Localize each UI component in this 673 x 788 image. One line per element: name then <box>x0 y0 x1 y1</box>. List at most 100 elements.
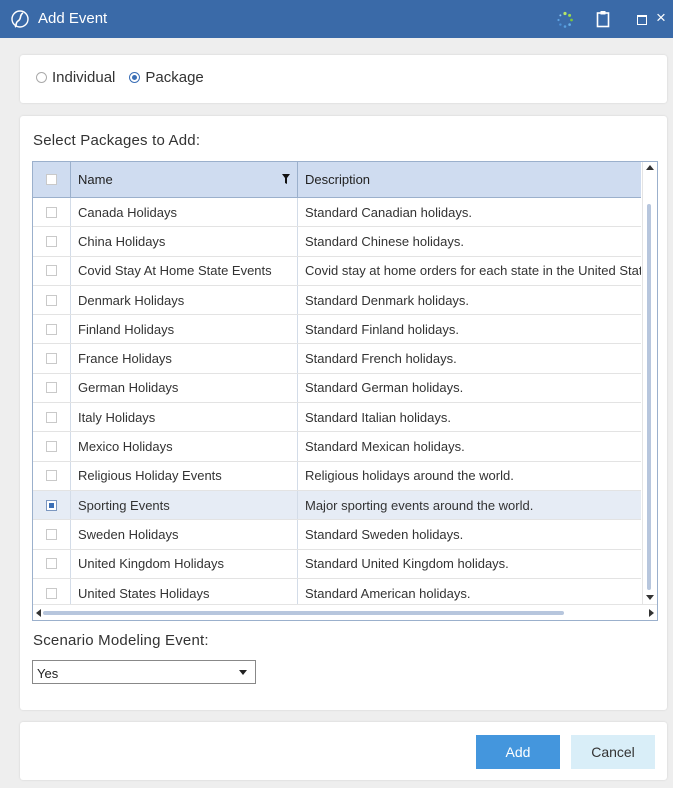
name-column-header[interactable]: Name <box>71 162 298 197</box>
filter-icon[interactable] <box>282 174 290 184</box>
horizontal-scroll-thumb[interactable] <box>43 611 564 615</box>
package-description: Major sporting events around the world. <box>305 497 534 513</box>
scroll-left-icon[interactable] <box>36 609 41 617</box>
individual-radio-label[interactable]: Individual <box>52 69 115 86</box>
description-header-label: Description <box>305 172 371 187</box>
table-row[interactable]: United Kingdom Holidays Standard United K… <box>33 549 641 579</box>
table-row[interactable]: China Holidays Standard Chinese holidays. <box>33 227 641 257</box>
grid-header: Name Description <box>33 162 641 198</box>
package-radio-label[interactable]: Package <box>145 69 203 86</box>
horizontal-scrollbar[interactable] <box>33 604 657 620</box>
row-check-cell <box>33 461 71 490</box>
package-name: Covid Stay At Home State Events <box>71 256 298 285</box>
app-logo-icon <box>11 10 29 28</box>
row-check-cell <box>33 520 71 549</box>
row-checkbox[interactable] <box>46 206 57 218</box>
window-title: Add Event <box>38 10 108 27</box>
package-description: Standard United Kingdom holidays. <box>305 556 509 572</box>
scenario-modeling-select[interactable]: Yes <box>32 660 256 684</box>
package-name: Denmark Holidays <box>71 285 298 315</box>
chevron-down-icon <box>239 670 247 675</box>
table-row[interactable]: Finland Holidays Standard Finland holiday… <box>33 315 641 345</box>
table-row[interactable]: Mexico Holidays Standard Mexican holidays… <box>33 432 641 462</box>
package-description: Standard French holidays. <box>305 351 457 367</box>
row-checkbox[interactable] <box>46 382 57 394</box>
spinner-icon <box>557 11 573 28</box>
row-checkbox[interactable] <box>46 411 57 423</box>
row-check-cell <box>33 198 71 227</box>
title-bar: Add Event × <box>0 0 673 38</box>
close-icon[interactable]: × <box>656 8 666 28</box>
description-column-header[interactable]: Description <box>298 162 641 197</box>
package-name: China Holidays <box>71 227 298 256</box>
package-name: Mexico Holidays <box>71 432 298 461</box>
table-row[interactable]: German Holidays Standard German holidays. <box>33 373 641 404</box>
package-name: United States Holidays <box>71 578 298 608</box>
cancel-button[interactable]: Cancel <box>571 735 655 769</box>
table-row[interactable]: Sporting Events Major sporting events aro… <box>33 490 641 521</box>
package-name: Canada Holidays <box>71 198 298 227</box>
package-description: Standard Denmark holidays. <box>305 292 470 308</box>
row-check-cell <box>33 578 71 608</box>
package-description: Standard Chinese holidays. <box>305 233 464 249</box>
scroll-right-icon[interactable] <box>649 609 654 617</box>
mode-radio-group: Individual Package <box>36 69 218 86</box>
maximize-icon[interactable] <box>637 15 647 25</box>
package-name: Italy Holidays <box>71 403 298 432</box>
vertical-scrollbar[interactable] <box>642 162 657 604</box>
package-description: Religious holidays around the world. <box>305 468 514 484</box>
row-checkbox[interactable] <box>46 441 57 453</box>
row-check-cell <box>33 315 71 344</box>
scroll-up-icon[interactable] <box>646 165 654 170</box>
package-description: Standard Italian holidays. <box>305 409 451 425</box>
select-all-checkbox[interactable] <box>46 174 57 185</box>
main-panel: Select Packages to Add: Name Description… <box>20 116 667 710</box>
vertical-scroll-thumb[interactable] <box>647 204 651 590</box>
table-row[interactable]: Italy Holidays Standard Italian holidays. <box>33 403 641 433</box>
row-checkbox[interactable] <box>46 499 57 511</box>
table-row[interactable]: France Holidays Standard French holidays. <box>33 344 641 374</box>
package-description: Covid stay at home orders for each state… <box>305 263 641 279</box>
package-name: France Holidays <box>71 344 298 373</box>
scenario-modeling-label: Scenario Modeling Event: <box>33 632 209 649</box>
row-checkbox[interactable] <box>46 323 57 335</box>
package-description: Standard Canadian holidays. <box>305 204 472 220</box>
table-row[interactable]: Canada Holidays Standard Canadian holiday… <box>33 198 641 228</box>
row-check-cell <box>33 285 71 315</box>
row-check-cell <box>33 227 71 256</box>
row-check-cell <box>33 256 71 285</box>
row-checkbox[interactable] <box>46 470 57 482</box>
packages-grid: Name Description Canada Holidays Standard… <box>32 161 658 621</box>
table-row[interactable]: Religious Holiday Events Religious holida… <box>33 461 641 491</box>
row-checkbox[interactable] <box>46 353 57 365</box>
package-description: Standard American holidays. <box>305 585 471 601</box>
row-checkbox[interactable] <box>46 558 57 570</box>
table-row[interactable]: Denmark Holidays Standard Denmark holiday… <box>33 285 641 316</box>
add-button[interactable]: Add <box>476 735 560 769</box>
row-checkbox[interactable] <box>46 294 57 306</box>
package-radio[interactable] <box>129 72 141 83</box>
package-description: Standard German holidays. <box>305 380 464 396</box>
row-checkbox[interactable] <box>46 528 57 540</box>
select-packages-label: Select Packages to Add: <box>33 132 201 149</box>
name-header-label: Name <box>78 172 113 187</box>
scenario-modeling-value: Yes <box>37 666 59 681</box>
row-checkbox[interactable] <box>46 235 57 247</box>
row-check-cell <box>33 373 71 403</box>
individual-radio[interactable] <box>36 72 47 83</box>
package-name: Sporting Events <box>71 490 298 520</box>
package-name: Religious Holiday Events <box>71 461 298 490</box>
row-checkbox[interactable] <box>46 587 57 599</box>
table-row[interactable]: Sweden Holidays Standard Sweden holidays. <box>33 520 641 550</box>
package-description: Standard Finland holidays. <box>305 321 459 337</box>
table-row[interactable]: Covid Stay At Home State Events Covid sta… <box>33 256 641 286</box>
package-name: United Kingdom Holidays <box>71 549 298 578</box>
package-name: Finland Holidays <box>71 315 298 344</box>
row-check-cell <box>33 403 71 432</box>
row-checkbox[interactable] <box>46 265 57 277</box>
grid-rows: Canada Holidays Standard Canadian holiday… <box>33 198 641 609</box>
clipboard-icon[interactable] <box>596 10 610 28</box>
scroll-down-icon[interactable] <box>646 595 654 600</box>
row-check-cell <box>33 432 71 461</box>
package-description: Standard Mexican holidays. <box>305 439 465 455</box>
